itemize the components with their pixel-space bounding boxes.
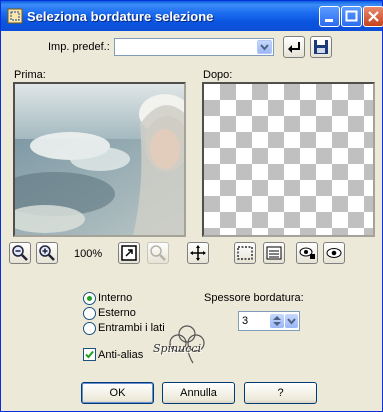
antialias-label: Anti-alias — [98, 349, 144, 361]
spin-updown-button[interactable] — [270, 314, 284, 328]
eye-lock-icon — [299, 247, 315, 259]
save-disk-icon — [314, 40, 328, 54]
antialias-checkbox[interactable] — [83, 348, 96, 361]
window-title: Seleziona bordature selezione — [27, 9, 214, 24]
thickness-value: 3 — [242, 315, 249, 327]
close-icon — [368, 11, 379, 22]
maximize-button[interactable] — [341, 6, 362, 27]
radio-selected-dot — [87, 296, 92, 301]
thickness-input[interactable]: 3 — [238, 311, 300, 331]
show-marquee-button[interactable] — [234, 242, 256, 264]
zoom-in-icon — [39, 245, 55, 261]
radio-esterno-label: Esterno — [98, 307, 136, 319]
zoom-actual-icon — [150, 245, 166, 261]
fit-window-button[interactable] — [118, 242, 140, 264]
layers-list-icon — [266, 246, 282, 260]
preset-select[interactable] — [114, 38, 274, 56]
auto-preview-button[interactable] — [323, 242, 345, 264]
layers-button[interactable] — [263, 242, 285, 264]
preset-label: Imp. predef.: — [48, 41, 110, 53]
zoom-fit-icon — [121, 245, 137, 261]
thickness-label: Spessore bordatura: — [204, 292, 304, 304]
zoom-out-icon — [12, 245, 28, 261]
title-bar[interactable]: Seleziona bordature selezione — [1, 1, 383, 31]
preview-toggle-button[interactable] — [296, 242, 318, 264]
checkmark-icon — [85, 350, 94, 359]
help-button[interactable]: ? — [244, 382, 317, 404]
ok-button[interactable]: OK — [81, 382, 154, 404]
minimize-icon — [325, 19, 333, 22]
radio-entrambi[interactable] — [83, 322, 96, 335]
maximize-icon — [345, 10, 358, 22]
pan-button[interactable] — [187, 242, 209, 264]
before-label: Prima: — [14, 69, 46, 81]
undo-arrow-icon — [288, 42, 300, 53]
zoom-level: 100% — [74, 248, 103, 260]
radio-esterno[interactable] — [83, 307, 96, 320]
move-icon — [190, 245, 206, 261]
preset-dropdown-button[interactable] — [257, 40, 272, 54]
spin-dropdown-button[interactable] — [285, 314, 298, 328]
zoom-100-button[interactable] — [147, 242, 169, 264]
reset-preset-button[interactable] — [283, 36, 305, 58]
radio-interno[interactable] — [83, 292, 96, 305]
zoom-out-button[interactable] — [9, 242, 31, 264]
minimize-button[interactable] — [319, 6, 340, 27]
cancel-button[interactable]: Annulla — [162, 382, 235, 404]
after-label: Dopo: — [203, 69, 233, 81]
before-preview[interactable] — [13, 82, 186, 237]
watermark-text: Spinucci — [153, 342, 202, 355]
dashed-selection-icon — [237, 246, 253, 260]
chevron-down-icon — [260, 44, 269, 51]
selection-icon — [7, 8, 23, 24]
chevron-down-icon — [287, 318, 296, 325]
preview-photo — [15, 84, 184, 235]
after-preview[interactable] — [202, 82, 375, 237]
dialog-window: Seleziona bordature selezione Imp. prede… — [0, 0, 383, 412]
watermark-logo: Spinucci — [153, 323, 229, 367]
zoom-in-button[interactable] — [36, 242, 58, 264]
radio-interno-label: Interno — [98, 292, 133, 304]
eye-icon — [326, 248, 342, 258]
save-preset-button[interactable] — [310, 36, 332, 58]
spin-updown-icon — [273, 316, 281, 326]
close-button[interactable] — [363, 6, 383, 27]
